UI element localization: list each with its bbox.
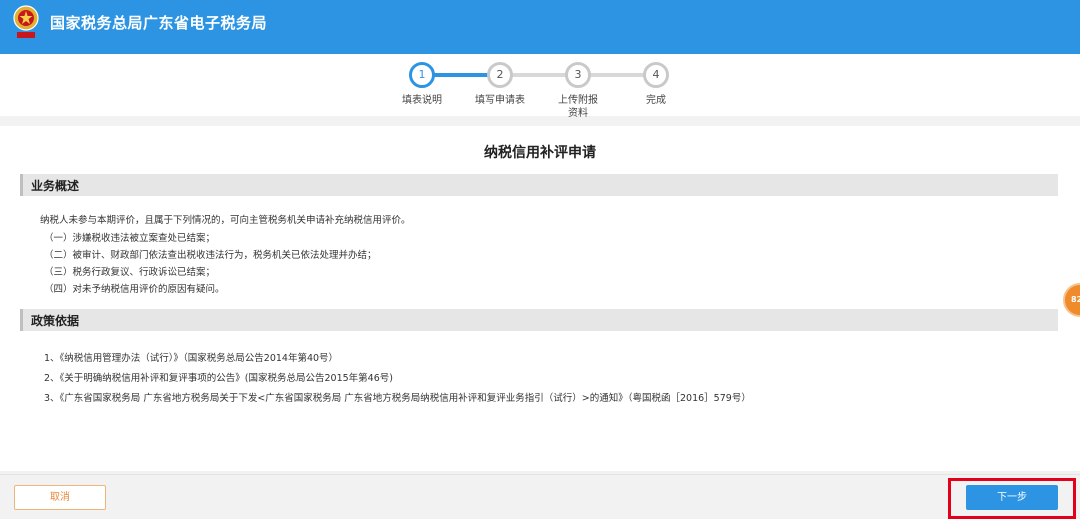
step-connector	[434, 73, 488, 77]
step-4-circle: 4	[643, 62, 669, 88]
footer-bar: 取消 下一步	[0, 474, 1080, 519]
section-policy-title: 政策依据	[31, 314, 80, 328]
section-overview-header: 业务概述	[20, 174, 1058, 196]
step-1-label: 填表说明	[402, 95, 442, 106]
tax-emblem-icon	[13, 5, 39, 38]
overview-line: 纳税人未参与本期评价，且属于下列情况的，可向主管税务机关申请补充纳税信用评价。	[40, 215, 411, 226]
site-title: 国家税务总局广东省电子税务局	[50, 14, 268, 32]
progress-steps: 1 2 3 4 填表说明 填写申请表 上传附报资料 完成	[0, 54, 1080, 119]
step-2-circle: 2	[487, 62, 513, 88]
main-panel: 纳税信用补评申请 业务概述 纳税人未参与本期评价，且属于下列情况的，可向主管税务…	[0, 126, 1080, 471]
section-overview-title: 业务概述	[31, 179, 80, 193]
step-2-label: 填写申请表	[475, 95, 525, 106]
step-4-label: 完成	[646, 95, 666, 106]
section-policy-header: 政策依据	[20, 309, 1058, 331]
step-connector	[512, 73, 566, 77]
cancel-button[interactable]: 取消	[14, 485, 106, 510]
overview-line: （二）被审计、财政部门依法查出税收违法行为，税务机关已依法处理并办结；	[44, 250, 377, 261]
overview-line: （一）涉嫌税收违法被立案查处已结案；	[44, 233, 216, 244]
step-1-circle: 1	[409, 62, 435, 88]
overview-line: （三）税务行政复议、行政诉讼已结案；	[44, 267, 216, 278]
step-connector	[590, 73, 644, 77]
policy-line: 2、《关于明确纳税信用补评和复评事项的公告》(国家税务总局公告2015年第46号…	[44, 373, 393, 384]
page-title: 纳税信用补评申请	[484, 145, 596, 161]
overview-line: （四）对未予纳税信用评价的原因有疑问。	[44, 284, 225, 295]
step-3-label: 上传附报资料	[558, 95, 598, 119]
top-header: 国家税务总局广东省电子税务局	[0, 0, 1080, 54]
next-step-button[interactable]: 下一步	[966, 485, 1058, 510]
step-3-circle: 3	[565, 62, 591, 88]
policy-line: 3、《广东省国家税务局 广东省地方税务局关于下发<广东省国家税务局 广东省地方税…	[44, 393, 751, 404]
policy-line: 1、《纳税信用管理办法（试行）》（国家税务总局公告2014年第40号）	[44, 353, 339, 364]
